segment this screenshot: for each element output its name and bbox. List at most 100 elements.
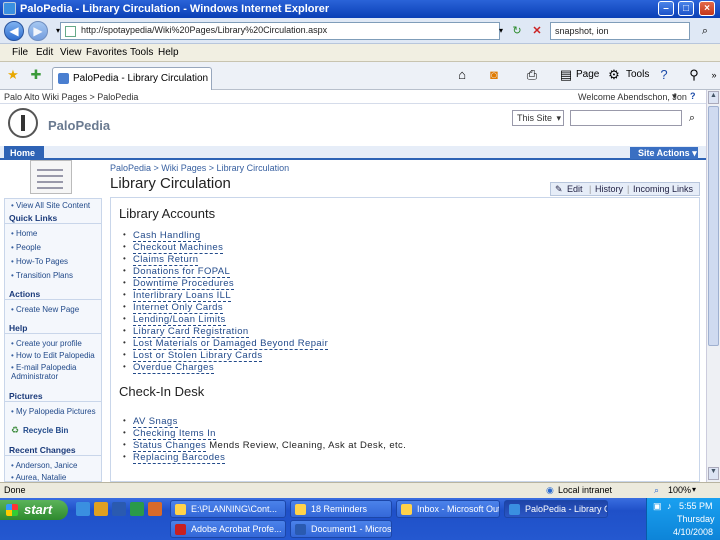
search-input[interactable]: snapshot, ion: [550, 22, 690, 40]
nav-how-to-pages[interactable]: How-To Pages: [11, 257, 68, 266]
stop-icon[interactable]: ✕: [528, 22, 546, 40]
search-scope-select[interactable]: This Site ▾: [512, 110, 564, 126]
nav-transition-plans[interactable]: Transition Plans: [11, 271, 73, 280]
clock-time[interactable]: 5:55 PM: [679, 501, 713, 511]
tab-library-circulation[interactable]: PaloPedia - Library Circulation: [52, 67, 212, 90]
list-item[interactable]: Lost or Stolen Library Cards: [123, 350, 328, 362]
wiki-link[interactable]: Claims Return: [133, 254, 199, 266]
zoom-level[interactable]: 100%: [668, 485, 691, 495]
tray-volume-icon[interactable]: ♪: [667, 501, 672, 511]
add-favorite-icon[interactable]: ✚: [28, 67, 44, 83]
maximize-button[interactable]: □: [678, 1, 694, 16]
wiki-link[interactable]: Checking Items In: [133, 428, 216, 440]
nav-create-new-page[interactable]: Create New Page: [11, 305, 79, 314]
welcome-menu[interactable]: Welcome Abendschon, Jon: [578, 92, 687, 102]
quicklaunch-ie-icon[interactable]: [76, 502, 90, 516]
help-icon[interactable]: ?: [656, 67, 672, 83]
taskbar-button-word[interactable]: Document1 - Microso...: [290, 520, 392, 538]
site-search-input[interactable]: [570, 110, 682, 126]
search-go-icon[interactable]: ⌕: [684, 110, 700, 126]
close-button[interactable]: ×: [699, 1, 715, 16]
research-icon[interactable]: ⚲: [686, 67, 702, 83]
recent-item[interactable]: Aurea, Natalie: [11, 473, 67, 481]
menu-view[interactable]: View: [60, 47, 82, 58]
home-icon[interactable]: ⌂: [454, 67, 470, 83]
feeds-icon[interactable]: ◙: [486, 67, 502, 83]
nav-create-profile[interactable]: Create your profile: [11, 339, 82, 348]
breadcrumb[interactable]: PaloPedia > Wiki Pages > Library Circula…: [110, 163, 289, 173]
taskbar-button-reminders[interactable]: 18 Reminders: [290, 500, 392, 518]
nav-people[interactable]: People: [11, 243, 41, 252]
list-item[interactable]: Checkout Machines: [123, 242, 328, 254]
nav-my-pictures[interactable]: My Palopedia Pictures: [11, 407, 96, 416]
quicklaunch-excel-icon[interactable]: [130, 502, 144, 516]
menu-edit[interactable]: Edit: [36, 47, 53, 58]
scroll-up-icon[interactable]: ▲: [708, 91, 719, 104]
view-all-site-content-link[interactable]: View All Site Content: [11, 201, 90, 210]
taskbar-button-outlook[interactable]: Inbox - Microsoft Out...: [396, 500, 500, 518]
print-icon[interactable]: ⎙: [524, 67, 540, 83]
quicklaunch-word-icon[interactable]: [112, 502, 126, 516]
list-item[interactable]: Checking Items In: [123, 428, 406, 440]
site-actions-menu[interactable]: Site Actions ▾: [630, 147, 698, 159]
site-name[interactable]: PaloPedia: [48, 118, 110, 133]
tools-menu[interactable]: Tools: [626, 69, 649, 80]
list-item[interactable]: Internet Only Cards: [123, 302, 328, 314]
tray-icon[interactable]: ▣: [653, 501, 662, 512]
list-item[interactable]: Downtime Procedures: [123, 278, 328, 290]
wiki-link[interactable]: Internet Only Cards: [133, 302, 223, 314]
list-item[interactable]: Interlibrary Loans ILL: [123, 290, 328, 302]
portal-breadcrumb[interactable]: Palo Alto Wiki Pages > PaloPedia: [4, 92, 138, 102]
menu-help[interactable]: Help: [158, 47, 179, 58]
wiki-link[interactable]: Replacing Barcodes: [133, 452, 226, 464]
menu-favorites[interactable]: Favorites: [86, 47, 127, 58]
wiki-link[interactable]: Interlibrary Loans ILL: [133, 290, 232, 302]
site-help-icon[interactable]: ?: [690, 91, 696, 101]
menu-file[interactable]: File: [12, 47, 28, 58]
vertical-scrollbar[interactable]: ▲ ▼: [706, 90, 720, 482]
url-field[interactable]: http://spotaypedia/Wiki%20Pages/Library%…: [60, 22, 500, 40]
wiki-link[interactable]: Downtime Procedures: [133, 278, 235, 290]
tab-home[interactable]: Home: [4, 146, 44, 160]
search-icon[interactable]: ⌕: [696, 22, 714, 40]
list-item[interactable]: Overdue Charges: [123, 362, 328, 374]
scroll-thumb[interactable]: [708, 106, 719, 346]
taskbar-button-ie[interactable]: PaloPedia - Library C...: [504, 500, 608, 518]
wiki-link[interactable]: Lost or Stolen Library Cards: [133, 350, 263, 362]
list-item[interactable]: Library Card Registration: [123, 326, 328, 338]
nav-how-to-edit[interactable]: How to Edit Palopedia: [11, 351, 95, 360]
recent-item[interactable]: Anderson, Janice: [11, 461, 78, 470]
pictures-heading[interactable]: Pictures: [5, 391, 101, 402]
start-button[interactable]: start: [0, 500, 68, 520]
wiki-link[interactable]: Checkout Machines: [133, 242, 224, 254]
wiki-link[interactable]: Overdue Charges: [133, 362, 214, 374]
wiki-link[interactable]: Donations for FOPAL: [133, 266, 231, 278]
list-item[interactable]: Claims Return: [123, 254, 328, 266]
minimize-button[interactable]: –: [658, 1, 674, 16]
list-item[interactable]: Lending/Loan Limits: [123, 314, 328, 326]
wiki-link[interactable]: Library Card Registration: [133, 326, 249, 338]
list-item[interactable]: AV Snags: [123, 416, 406, 428]
menu-tools[interactable]: Tools: [130, 47, 153, 58]
forward-button[interactable]: ▶: [28, 21, 48, 41]
zoom-dropdown-icon[interactable]: ▾: [692, 485, 696, 494]
taskbar-button-acrobat[interactable]: Adobe Acrobat Profe...: [170, 520, 286, 538]
favorites-star-icon[interactable]: ★: [5, 67, 21, 83]
wiki-link[interactable]: Cash Handling: [133, 230, 201, 242]
wiki-link[interactable]: Lost Materials or Damaged Beyond Repair: [133, 338, 329, 350]
history-link[interactable]: History: [595, 184, 623, 194]
incoming-links-link[interactable]: Incoming Links: [633, 184, 693, 194]
list-item[interactable]: Cash Handling: [123, 230, 328, 242]
list-item[interactable]: Donations for FOPAL: [123, 266, 328, 278]
nav-email-admin[interactable]: E-mail Palopedia Administrator: [11, 363, 97, 381]
taskbar-button-explorer[interactable]: E:\PLANNING\Cont...: [170, 500, 286, 518]
quick-links-heading[interactable]: Quick Links: [5, 213, 101, 224]
recycle-bin-link[interactable]: Recycle Bin: [23, 426, 68, 435]
quicklaunch-outlook-icon[interactable]: [94, 502, 108, 516]
list-item[interactable]: Lost Materials or Damaged Beyond Repair: [123, 338, 329, 350]
edit-link[interactable]: Edit: [567, 184, 583, 194]
back-button[interactable]: ◀: [4, 21, 24, 41]
page-menu[interactable]: Page: [576, 69, 599, 80]
my-site-icon[interactable]: ▾: [672, 91, 677, 102]
chevron-more-icon[interactable]: »: [706, 67, 720, 83]
